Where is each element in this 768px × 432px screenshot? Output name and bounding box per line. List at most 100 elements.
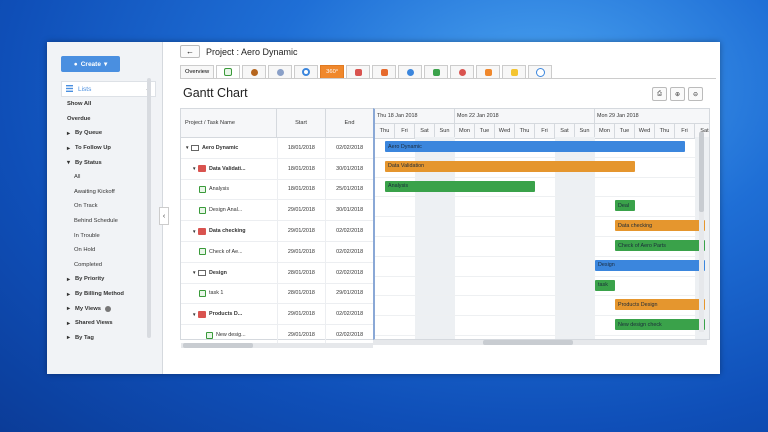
timeline-row-line — [375, 176, 709, 178]
day-header: Tue — [475, 124, 495, 138]
table-row[interactable]: ▼ Data Validati... 18/01/2018 30/01/2018 — [181, 158, 373, 180]
table-row[interactable]: ▼ Data checking 29/01/2018 02/02/2018 — [181, 221, 373, 242]
task-name-cell: ▼ Data checking — [181, 221, 277, 241]
sidebar-item[interactable]: All — [67, 170, 153, 185]
zoom-out-button[interactable]: ⊖ — [688, 87, 703, 101]
table-row[interactable]: ▼ Products D... 29/01/2018 02/02/2018 — [181, 304, 373, 326]
sidebar-item[interactable]: ▸ By Billing Method — [67, 287, 153, 302]
gear-icon[interactable] — [105, 305, 111, 312]
task-name: New desig... — [216, 332, 246, 339]
tab-gantt[interactable] — [216, 65, 241, 78]
task-icon — [199, 289, 206, 297]
sidebar-item[interactable]: ▾ By Status — [67, 155, 153, 170]
tab-mail[interactable] — [476, 65, 501, 78]
collapse-sidebar-handle[interactable]: ‹ — [159, 207, 169, 225]
sidebar-item[interactable]: ▸ Shared Views — [67, 316, 153, 331]
tab-target[interactable] — [294, 65, 319, 78]
gantt-bar[interactable]: Deal — [615, 200, 635, 212]
column-header-start[interactable]: Start — [277, 109, 326, 137]
day-header: Fri — [675, 124, 695, 138]
sidebar-item[interactable]: Show All — [67, 97, 153, 112]
sidebar-item[interactable]: ▸ To Follow Up — [67, 141, 153, 156]
tab-pin[interactable] — [398, 65, 423, 78]
day-header: Sat — [555, 124, 575, 138]
column-header-end[interactable]: End — [326, 109, 373, 137]
tab-calendar[interactable] — [346, 65, 371, 78]
day-header: Fri — [535, 124, 555, 138]
gantt-bar-label: Analysis — [388, 183, 409, 190]
tab-events[interactable] — [372, 65, 397, 78]
sidebar-item[interactable]: On Track — [67, 199, 153, 214]
sidebar-item-label: On Hold — [74, 247, 96, 254]
timeline-row-line — [375, 196, 709, 198]
caret-down-icon: ▾ — [103, 61, 108, 68]
week-header: Mon 29 Jan 2018 — [595, 109, 709, 123]
sidebar-item[interactable]: On Hold — [67, 243, 153, 258]
project-icon — [191, 144, 199, 151]
timeline-row-line — [375, 255, 709, 257]
tab-attachments[interactable] — [528, 65, 553, 78]
end-date-cell: 02/02/2018 — [325, 138, 373, 158]
target-icon — [302, 68, 311, 76]
tab-notes[interactable] — [502, 65, 527, 78]
table-row[interactable]: ▼ Aero Dynamic 18/01/2018 02/02/2018 — [181, 138, 373, 159]
project-header: ← Project : Aero Dynamic — [180, 45, 298, 58]
sidebar-item[interactable]: In Trouble — [67, 228, 153, 243]
table-row[interactable]: Check of Ae... 29/01/2018 02/02/2018 — [181, 241, 373, 263]
start-date-cell: 29/01/2018 — [276, 221, 326, 241]
expand-icon: ▸ — [67, 335, 71, 342]
gantt-bar[interactable]: Check of Aero Parts — [615, 240, 705, 251]
sidebar-item[interactable]: ▸ By Tag — [67, 331, 153, 346]
back-button[interactable]: ← — [180, 45, 200, 58]
table-row[interactable]: Design Anal... 29/01/2018 30/01/2018 — [181, 200, 373, 222]
create-button[interactable]: ● Create ▾ — [61, 56, 120, 72]
gantt-bar[interactable]: task — [595, 279, 615, 291]
sidebar-item[interactable]: Behind Schedule — [67, 214, 153, 229]
sidebar-item[interactable]: ▸ By Queue — [67, 126, 153, 141]
paperclip-icon — [535, 67, 545, 77]
sidebar-scrollbar[interactable] — [147, 78, 151, 338]
gantt-bar[interactable]: Data checking — [615, 220, 705, 232]
zoom-in-button[interactable]: ⊕ — [670, 87, 685, 101]
task-name-cell: New desig... — [181, 325, 277, 345]
sidebar-item-label: By Priority — [75, 276, 105, 283]
lists-dropdown[interactable]: Lists ⌄ — [61, 81, 156, 97]
print-button[interactable]: ⎙ — [652, 87, 667, 101]
tab-calls[interactable] — [450, 65, 475, 78]
table-row[interactable]: task 1 28/01/2018 29/01/2018 — [181, 283, 373, 305]
grid-scroll-thumb[interactable] — [183, 343, 253, 348]
day-header: Thu — [375, 124, 395, 138]
tab-billing[interactable] — [242, 65, 267, 78]
gantt-bar[interactable]: Analysis — [385, 180, 535, 192]
gantt-bar[interactable]: Aero Dynamic — [385, 141, 685, 152]
column-header-name[interactable]: Project / Task Name — [181, 109, 277, 137]
sidebar-item[interactable]: ▸ By Priority — [67, 272, 153, 287]
tab-tasks[interactable] — [424, 65, 449, 78]
sidebar-item[interactable]: Awaiting Kickoff — [67, 185, 153, 200]
grid-horizontal-scrollbar[interactable] — [181, 343, 373, 348]
gantt-bar[interactable]: Data Validation — [385, 160, 635, 172]
tab-team[interactable] — [268, 65, 293, 78]
sidebar-item-label: On Track — [74, 203, 98, 210]
task-name: task 1 — [209, 290, 224, 297]
project-title: Project : Aero Dynamic — [206, 46, 298, 57]
sidebar-item[interactable]: Overdue — [67, 112, 153, 127]
gantt-bar[interactable]: New design check — [615, 319, 705, 331]
task-name-cell: ▼ Products D... — [181, 304, 277, 324]
start-date-cell: 29/01/2018 — [276, 241, 326, 262]
day-header: Thu — [655, 124, 675, 138]
task-icon — [206, 331, 213, 339]
sidebar-item[interactable]: ▸ My Views — [67, 301, 153, 316]
timeline-vscroll-thumb[interactable] — [699, 132, 704, 212]
timeline-vertical-scrollbar[interactable] — [699, 132, 704, 332]
gantt-bar[interactable]: Design — [595, 259, 705, 271]
table-row[interactable]: ▼ Design 28/01/2018 02/02/2018 — [181, 262, 373, 284]
tab-overview[interactable]: Overview — [180, 65, 215, 78]
gantt-bar[interactable]: Products Design — [615, 299, 705, 311]
tab-360[interactable]: 360° — [320, 65, 345, 78]
sidebar-item[interactable]: Completed — [67, 258, 153, 273]
table-row[interactable]: Analysis 18/01/2018 25/01/2018 — [181, 179, 373, 201]
task-group-icon — [198, 310, 206, 318]
timeline-horizontal-scrollbar[interactable] — [373, 340, 707, 345]
timeline-scroll-thumb[interactable] — [483, 340, 573, 345]
